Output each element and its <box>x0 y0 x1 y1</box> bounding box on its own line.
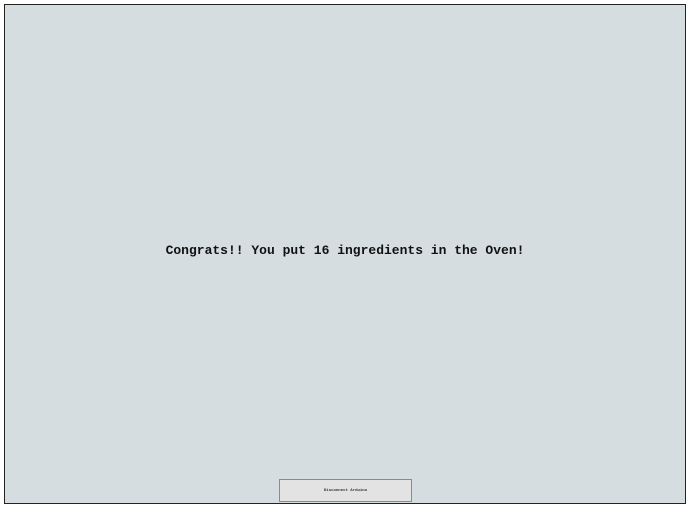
disconnect-arduino-button[interactable]: Disconnect Arduino <box>279 479 412 502</box>
congrats-message: Congrats!! You put 16 ingredients in the… <box>165 243 525 258</box>
game-canvas: Congrats!! You put 16 ingredients in the… <box>4 4 686 504</box>
